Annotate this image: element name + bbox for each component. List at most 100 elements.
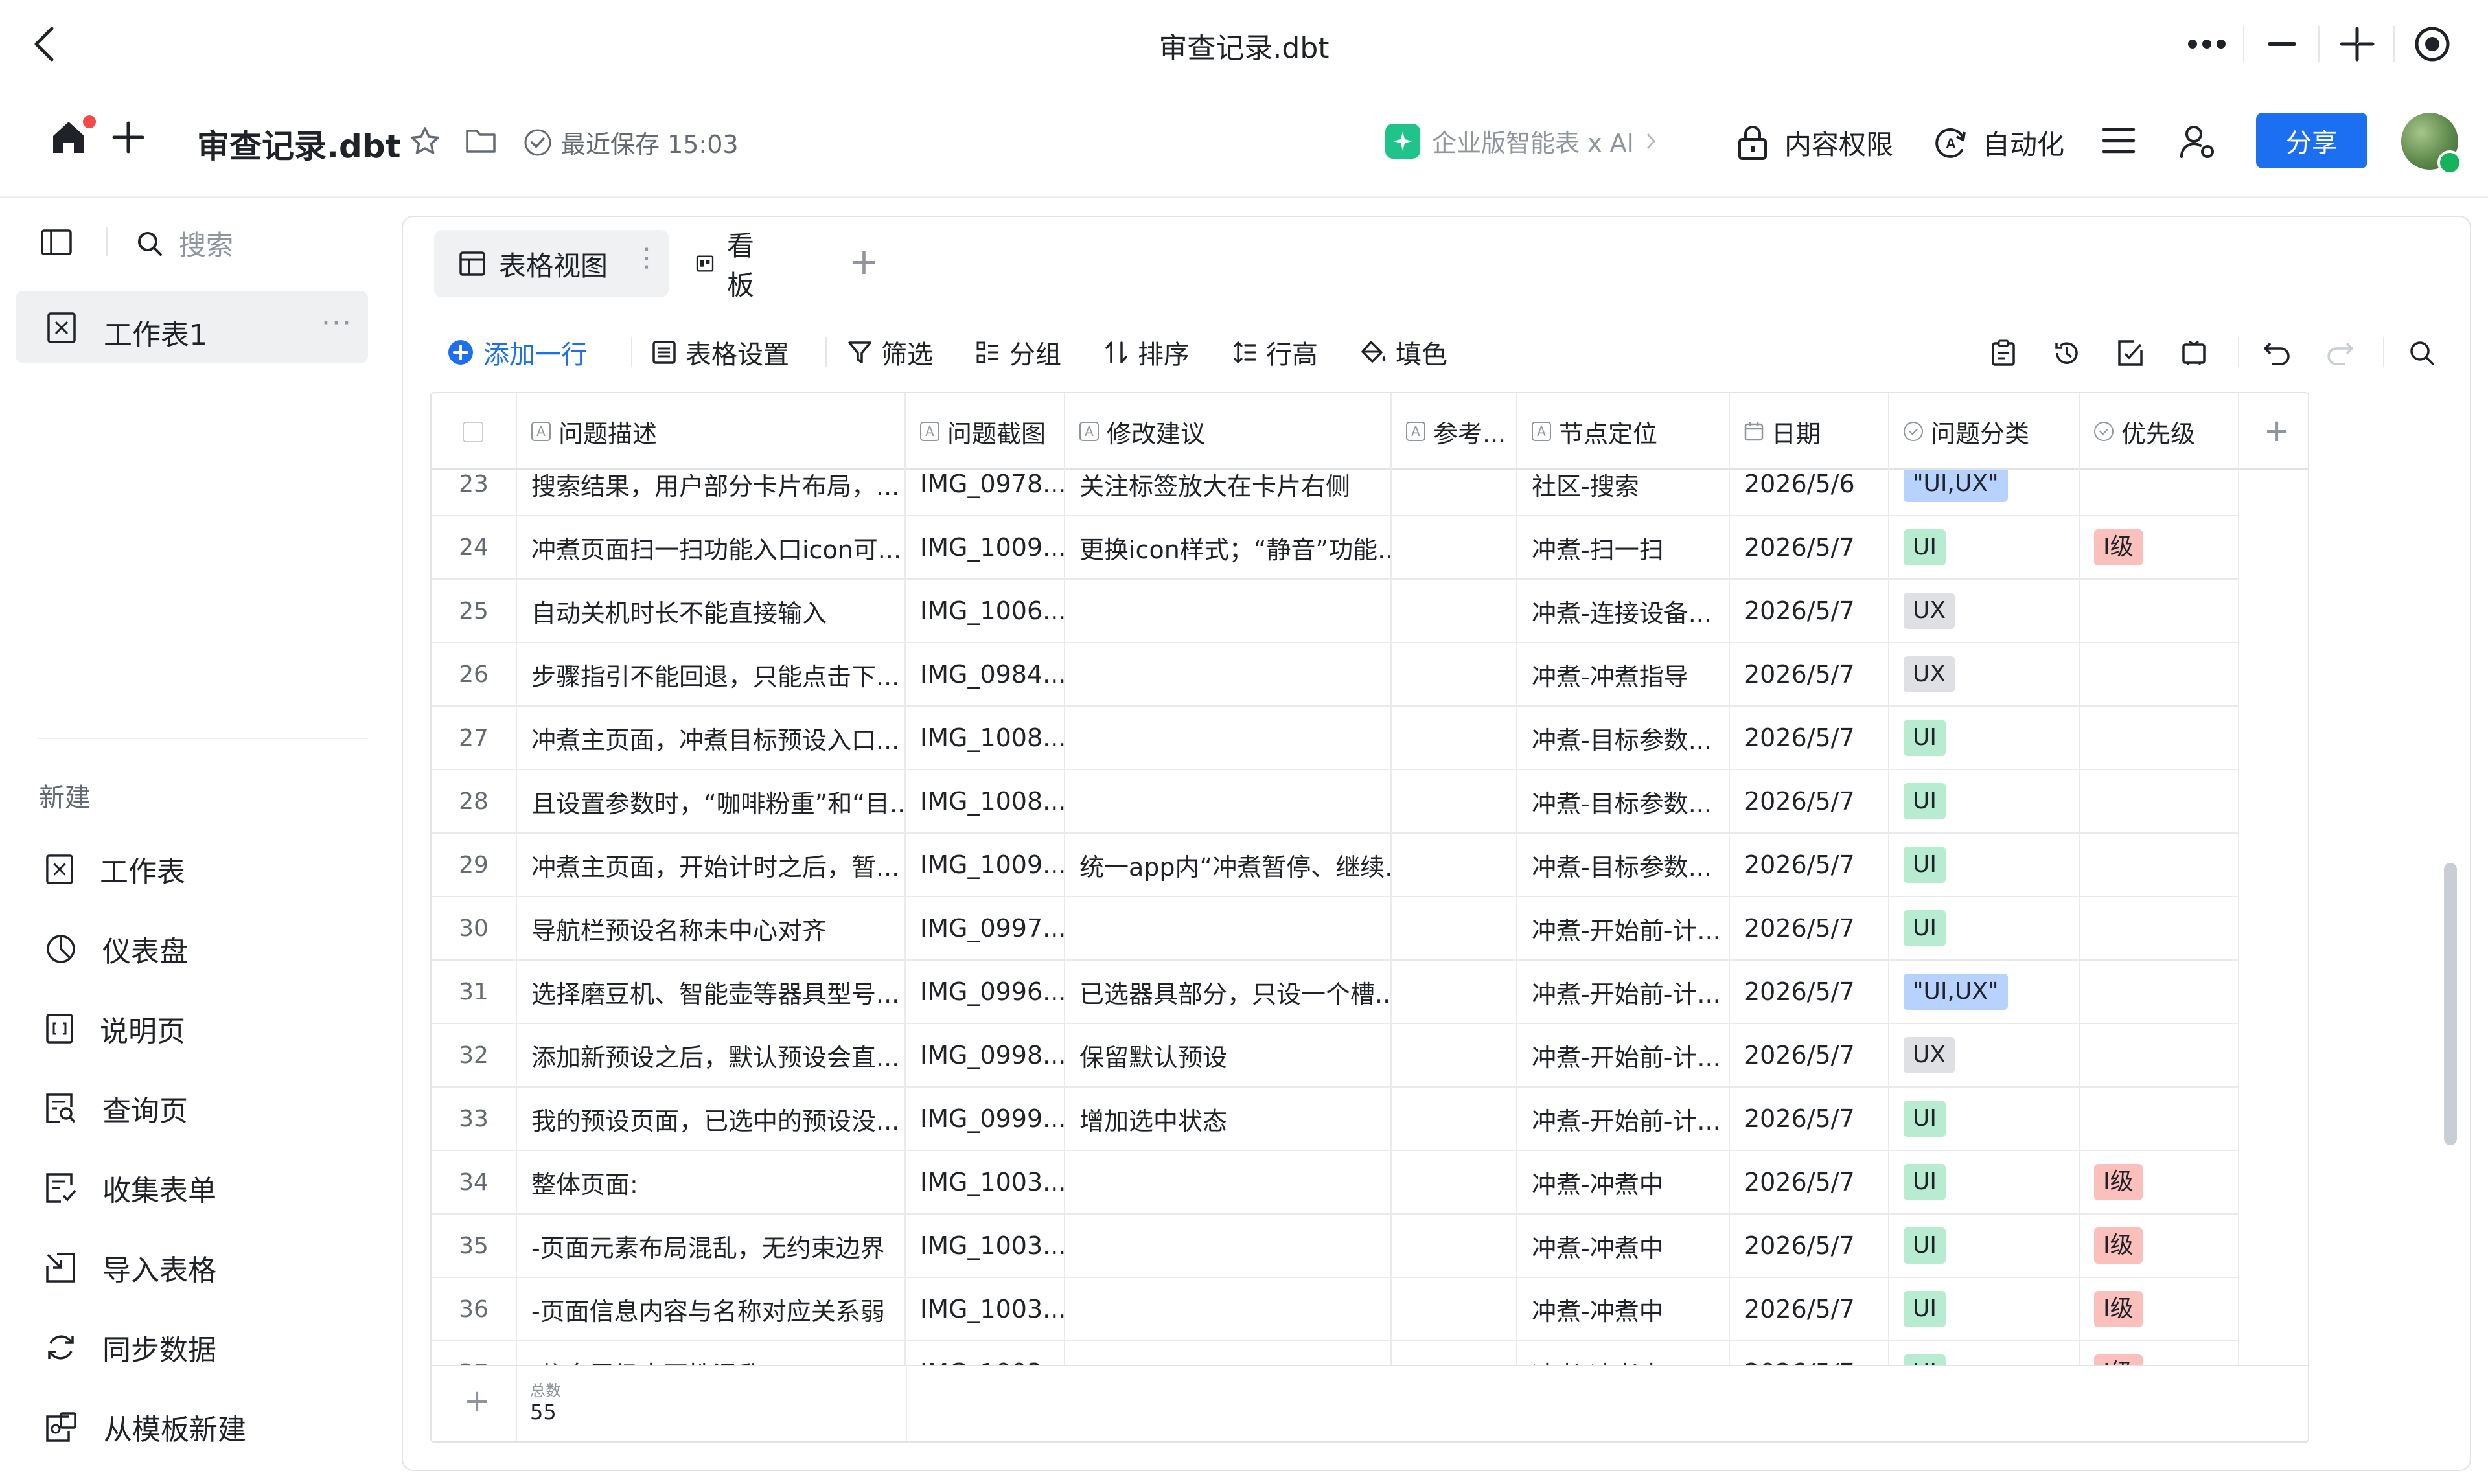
screenshot-cell[interactable]: IMG_0984... (906, 643, 1065, 705)
suggestion-cell[interactable]: 增加选中状态 (1065, 1088, 1392, 1150)
category-cell[interactable]: UI (1889, 1278, 2080, 1340)
footer-add-row-button[interactable]: + (464, 1383, 490, 1419)
suggestion-cell[interactable] (1065, 1151, 1392, 1213)
desc-cell[interactable]: 冲煮主页面，冲煮目标预设入口... (517, 707, 906, 769)
node-cell[interactable]: 冲煮-冲煮中 (1517, 1151, 1730, 1213)
new-query-button[interactable]: 查询页 (45, 1086, 188, 1131)
priority-cell[interactable]: Ⅰ级 (2080, 1151, 2239, 1213)
reference-cell[interactable] (1392, 707, 1517, 769)
row-number-cell[interactable]: 37 (432, 1341, 517, 1367)
table-row[interactable]: 37-信息层级表面性混乱IMG_1003... 冲煮-冲煮中2026/5/7UIⅠ… (432, 1341, 2239, 1367)
desc-cell[interactable]: 选择磨豆机、智能壶等器具型号... (517, 961, 906, 1023)
row-number-cell[interactable]: 26 (432, 643, 517, 705)
screenshot-cell[interactable]: IMG_0999... (906, 1088, 1065, 1150)
node-cell[interactable]: 冲煮-目标参数... (1517, 770, 1730, 832)
row-number-cell[interactable]: 25 (432, 580, 517, 642)
home-button[interactable] (49, 118, 88, 157)
table-row[interactable]: 27 冲煮主页面，冲煮目标预设入口... IMG_1008... 冲煮-目标参数...… (432, 707, 2239, 770)
import-table-button[interactable]: 导入表格 (45, 1245, 216, 1290)
date-cell[interactable]: 2026/5/7 (1730, 516, 1889, 578)
node-cell[interactable]: 冲煮-开始前-计... (1517, 897, 1730, 959)
add-column-button[interactable]: + (2264, 413, 2290, 449)
suggestion-cell[interactable] (1065, 707, 1392, 769)
screenshot-cell[interactable]: IMG_1009... (906, 516, 1065, 578)
date-cell[interactable]: 2026/5/7 (1730, 1341, 1889, 1367)
desc-cell[interactable]: 导航栏预设名称未中心对齐 (517, 897, 906, 959)
screenshot-cell[interactable]: IMG_1003... (906, 1151, 1065, 1213)
doc-title[interactable]: 审查记录.dbt (197, 120, 400, 167)
screenshot-cell[interactable]: IMG_1003... (906, 1341, 1065, 1367)
category-cell[interactable]: "UI,UX" (1889, 961, 2080, 1023)
date-cell[interactable]: 2026/5/7 (1730, 1278, 1889, 1340)
reference-cell[interactable] (1392, 1215, 1517, 1277)
screenshot-cell[interactable]: IMG_1008... (906, 770, 1065, 832)
new-button[interactable] (111, 120, 145, 154)
date-cell[interactable]: 2026/5/7 (1730, 1215, 1889, 1277)
reference-cell[interactable] (1392, 470, 1517, 515)
node-cell[interactable]: 冲煮-目标参数... (1517, 707, 1730, 769)
node-cell[interactable]: 冲煮-连接设备... (1517, 580, 1730, 642)
desc-cell[interactable]: 添加新预设之后，默认预设会直... (517, 1024, 906, 1086)
new-form-button[interactable]: 收集表单 (45, 1165, 216, 1211)
vertical-scrollbar[interactable] (2444, 863, 2457, 1145)
row-number-cell[interactable]: 30 (432, 897, 517, 959)
add-view-button[interactable]: + (849, 243, 879, 282)
category-cell[interactable]: UI (1889, 1341, 2080, 1367)
column-header-suggestion[interactable]: A 修改建议 (1065, 393, 1392, 470)
reference-cell[interactable] (1392, 1151, 1517, 1213)
filter-button[interactable]: 筛选 (847, 334, 933, 371)
reference-cell[interactable] (1392, 961, 1517, 1023)
table-row[interactable]: 28 且设置参数时，“咖啡粉重”和“目... IMG_1008... 冲煮-目标参数.… (432, 770, 2239, 834)
screenshot-cell[interactable]: IMG_0998... (906, 1024, 1065, 1086)
desc-cell[interactable]: 我的预设页面，已选中的预设没... (517, 1088, 906, 1150)
row-number-cell[interactable]: 32 (432, 1024, 517, 1086)
desc-cell[interactable]: -页面信息内容与名称对应关系弱 (517, 1278, 906, 1340)
permission-button[interactable]: 内容权限 (1736, 123, 1893, 163)
category-cell[interactable]: UI (1889, 707, 2080, 769)
date-cell[interactable]: 2026/5/7 (1730, 1024, 1889, 1086)
screenshot-cell[interactable]: IMG_1006... (906, 580, 1065, 642)
sidebar-toggle-button[interactable] (40, 229, 73, 256)
category-cell[interactable]: UI (1889, 516, 2080, 578)
node-cell[interactable]: 冲煮-扫一扫 (1517, 516, 1730, 578)
fill-color-button[interactable]: 填色 (1361, 334, 1447, 371)
row-number-cell[interactable]: 23 (432, 470, 517, 515)
row-number-cell[interactable]: 35 (432, 1215, 517, 1277)
node-cell[interactable]: 冲煮-冲煮中 (1517, 1278, 1730, 1340)
reference-cell[interactable] (1392, 643, 1517, 705)
suggestion-cell[interactable] (1065, 1341, 1392, 1367)
screenshot-cell[interactable]: IMG_1009... (906, 834, 1065, 896)
priority-cell[interactable] (2080, 470, 2239, 515)
table-settings-button[interactable]: 表格设置 (652, 334, 789, 371)
date-cell[interactable]: 2026/5/7 (1730, 1151, 1889, 1213)
sort-button[interactable]: 排序 (1104, 334, 1190, 371)
table-row[interactable]: 23 搜索结果，用户部分卡片布局，... IMG_0978... 关注标签放大在卡片右… (432, 470, 2239, 516)
category-cell[interactable]: UI (1889, 770, 2080, 832)
new-dashboard-button[interactable]: 仪表盘 (45, 926, 188, 972)
screenshot-cell[interactable]: IMG_0997... (906, 897, 1065, 959)
tab-kanban-view[interactable]: 看板 (696, 230, 763, 301)
column-header-reference[interactable]: A 参考... (1392, 393, 1517, 470)
table-row[interactable]: 26 步骤指引不能回退，只能点击下... IMG_0984... 冲煮-冲煮指导 202… (432, 643, 2239, 707)
row-number-cell[interactable]: 31 (432, 961, 517, 1023)
node-cell[interactable]: 冲煮-开始前-计... (1517, 1024, 1730, 1086)
reference-cell[interactable] (1392, 834, 1517, 896)
date-cell[interactable]: 2026/5/7 (1730, 897, 1889, 959)
row-number-cell[interactable]: 36 (432, 1278, 517, 1340)
desc-cell[interactable]: 步骤指引不能回退，只能点击下... (517, 643, 906, 705)
date-cell[interactable]: 2026/5/7 (1730, 643, 1889, 705)
suggestion-cell[interactable]: 已选器具部分，只设一个槽... (1065, 961, 1392, 1023)
clipboard-button[interactable] (1984, 334, 2023, 372)
category-cell[interactable]: UI (1889, 1088, 2080, 1150)
category-cell[interactable]: UX (1889, 1024, 2080, 1086)
table-search-button[interactable] (2402, 334, 2441, 372)
group-button[interactable]: 分组 (976, 334, 1061, 371)
priority-cell[interactable] (2080, 961, 2239, 1023)
favorite-button[interactable] (409, 126, 441, 157)
screenshot-cell[interactable]: IMG_0978... (906, 470, 1065, 515)
column-header-category[interactable]: 问题分类 (1889, 393, 2080, 470)
row-number-cell[interactable]: 29 (432, 834, 517, 896)
date-cell[interactable]: 2026/5/7 (1730, 770, 1889, 832)
priority-cell[interactable] (2080, 770, 2239, 832)
new-sheet-button[interactable]: 工作表 (45, 847, 185, 892)
